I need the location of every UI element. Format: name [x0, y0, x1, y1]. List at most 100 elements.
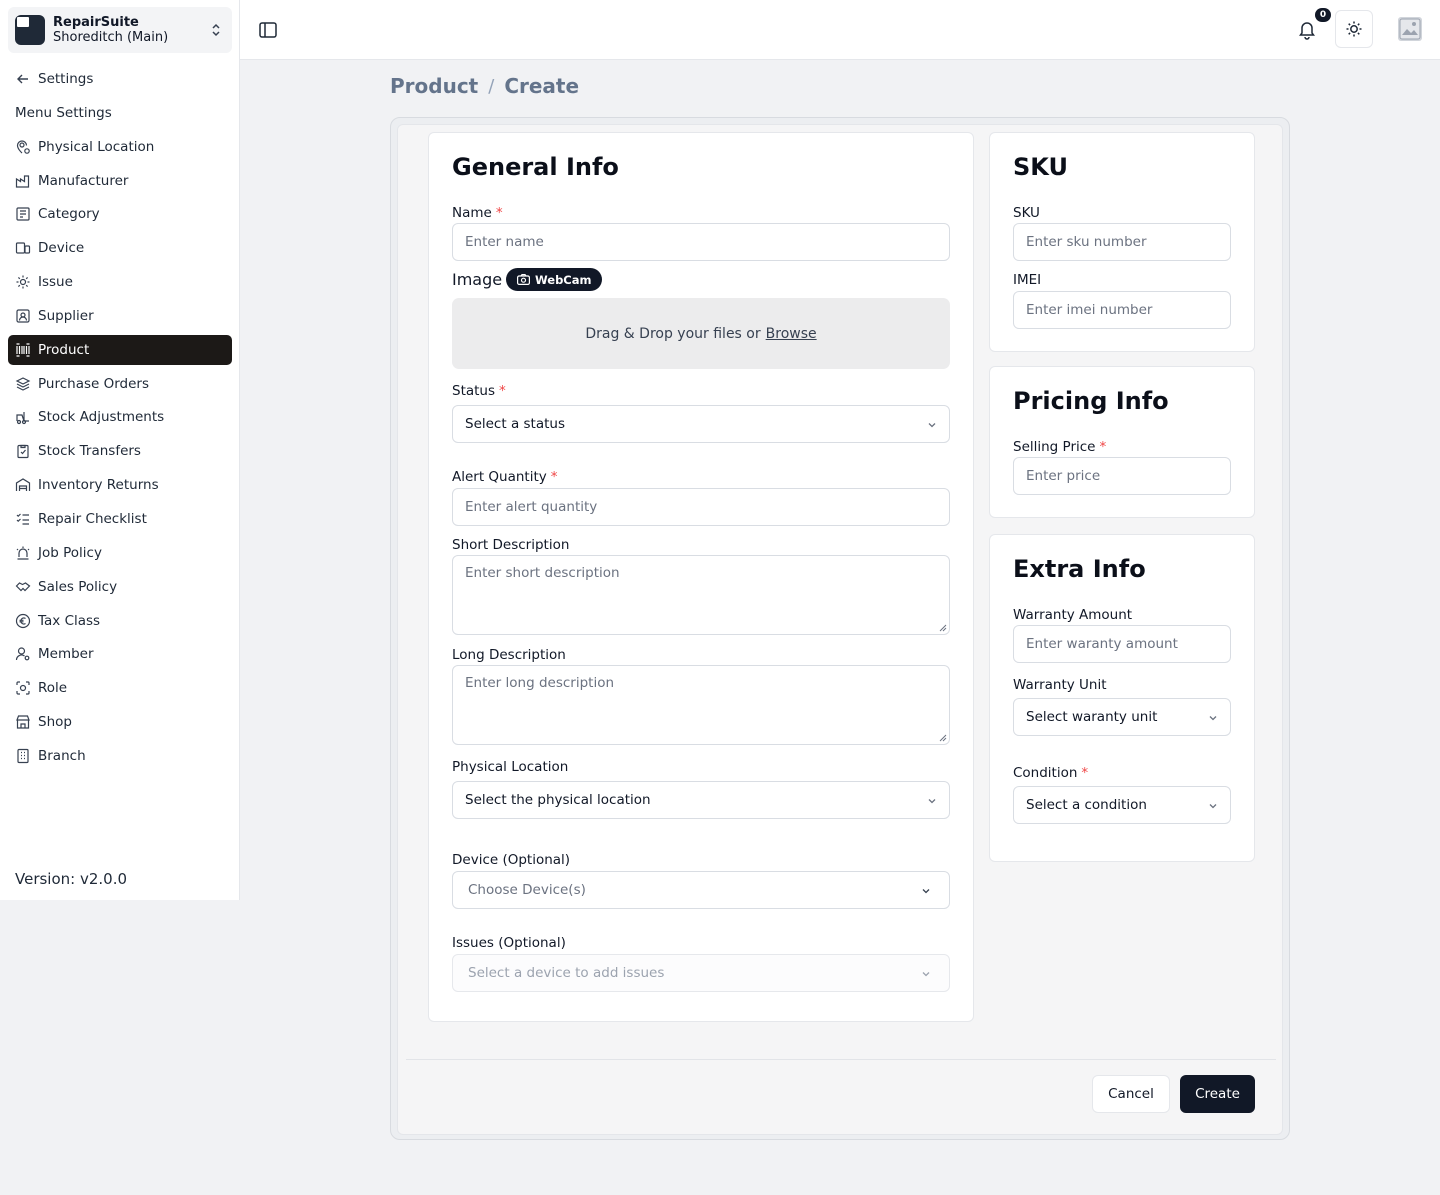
- general-info-card: General Info Name * Enter name Image WebC…: [428, 132, 974, 1022]
- product-form: General Info Name * Enter name Image WebC…: [397, 124, 1283, 1135]
- sidebar-item-device[interactable]: Device: [8, 233, 232, 263]
- notification-count-badge: 0: [1315, 8, 1331, 22]
- sidebar-item-product[interactable]: Product: [8, 334, 232, 365]
- sun-icon: [1346, 21, 1362, 37]
- sidebar-item-branch[interactable]: Branch: [8, 741, 232, 771]
- user-cog-icon: [15, 647, 30, 661]
- condition-value: Select a condition: [1026, 797, 1147, 813]
- imei-input[interactable]: Enter imei number: [1013, 291, 1231, 329]
- chevron-down-icon: [1209, 804, 1217, 809]
- sidebar-item-label: Role: [38, 680, 68, 697]
- alert-quantity-input[interactable]: Enter alert quantity: [452, 488, 950, 526]
- cog-icon: [16, 275, 30, 289]
- breadcrumb-parent[interactable]: Product: [390, 74, 478, 98]
- category-icon: [16, 207, 30, 221]
- warranty-amount-input[interactable]: Enter waranty amount: [1013, 625, 1231, 663]
- sidebar-item-role[interactable]: Role: [8, 673, 232, 703]
- image-label: Image: [452, 270, 503, 289]
- sku-input[interactable]: Enter sku number: [1013, 223, 1231, 261]
- sidebar-item-label: Sales Policy: [38, 578, 118, 595]
- sidebar-item-issue[interactable]: Issue: [8, 267, 232, 297]
- shop-name: RepairSuite: [53, 15, 139, 30]
- device-multiselect[interactable]: Choose Device(s): [452, 871, 950, 909]
- webcam-button[interactable]: WebCam: [506, 268, 602, 291]
- resize-handle-icon[interactable]: [939, 624, 947, 632]
- sidebar-item-physical-location[interactable]: Physical Location: [8, 132, 232, 162]
- physical-location-select[interactable]: Select the physical location: [452, 781, 950, 819]
- sidebar: RepairSuite Shoreditch (Main) Settings M…: [0, 0, 240, 900]
- sidebar-item-label: Inventory Returns: [38, 477, 159, 494]
- notification-bell-icon[interactable]: [1296, 18, 1318, 40]
- chevron-down-icon: [922, 972, 930, 977]
- handshake-icon: [15, 581, 31, 592]
- sidebar-item-label: Job Policy: [38, 544, 102, 561]
- sidebar-item-repair-checklist[interactable]: Repair Checklist: [8, 504, 232, 534]
- contact-icon: [16, 309, 30, 323]
- short-description-textarea[interactable]: Enter short description: [452, 555, 950, 635]
- scan-face-icon: [16, 681, 30, 695]
- long-description-placeholder: Enter long description: [465, 675, 615, 691]
- sidebar-item-label: Issue: [38, 274, 73, 291]
- status-select[interactable]: Select a status: [452, 405, 950, 443]
- sidebar-item-sales-policy[interactable]: Sales Policy: [8, 572, 232, 602]
- long-description-label: Long Description: [452, 647, 566, 663]
- sidebar-item-supplier[interactable]: Supplier: [8, 301, 232, 331]
- sidebar-item-label: Manufacturer: [38, 172, 129, 189]
- resize-handle-icon[interactable]: [939, 734, 947, 742]
- device-label: Device (Optional): [452, 852, 571, 868]
- form-footer-divider: [406, 1059, 1276, 1060]
- short-description-label: Short Description: [452, 537, 570, 553]
- sidebar-item-inventory-returns[interactable]: Inventory Returns: [8, 470, 232, 500]
- shop-switcher[interactable]: RepairSuite Shoreditch (Main): [8, 7, 232, 53]
- sidebar-item-category[interactable]: Category: [8, 199, 232, 229]
- top-bar: 0: [240, 0, 1440, 60]
- sidebar-item-shop[interactable]: Shop: [8, 707, 232, 737]
- building-icon: [17, 748, 29, 763]
- extra-info-card: Extra Info Warranty Amount Enter waranty…: [989, 534, 1255, 862]
- create-button[interactable]: Create: [1180, 1075, 1255, 1113]
- condition-label: Condition *: [1013, 765, 1089, 781]
- sidebar-toggle-icon[interactable]: [258, 20, 278, 40]
- warehouse-icon: [15, 478, 31, 492]
- user-avatar[interactable]: [1398, 17, 1422, 41]
- cancel-button[interactable]: Cancel: [1092, 1075, 1170, 1113]
- selling-price-input[interactable]: Enter price: [1013, 457, 1231, 495]
- sidebar-item-label: Product: [38, 341, 90, 358]
- sidebar-item-member[interactable]: Member: [8, 639, 232, 669]
- warranty-unit-select[interactable]: Select waranty unit: [1013, 698, 1231, 736]
- sku-title: SKU: [1013, 153, 1068, 181]
- map-pin-icon: [16, 140, 30, 154]
- theme-toggle-button[interactable]: [1335, 10, 1373, 48]
- condition-select[interactable]: Select a condition: [1013, 786, 1231, 824]
- arrow-left-icon: [17, 74, 28, 84]
- warranty-unit-value: Select waranty unit: [1026, 709, 1158, 725]
- general-info-title: General Info: [452, 153, 619, 181]
- chevron-down-icon: [928, 799, 936, 804]
- store-icon: [16, 715, 30, 729]
- image-dropzone[interactable]: Drag & Drop your files or Browse: [452, 298, 950, 369]
- name-input[interactable]: Enter name: [452, 223, 950, 261]
- sidebar-item-stock-transfers[interactable]: Stock Transfers: [8, 436, 232, 466]
- menu-settings-heading: Menu Settings: [8, 98, 232, 128]
- barcode-icon: [16, 343, 30, 357]
- long-description-textarea[interactable]: Enter long description: [452, 665, 950, 745]
- sidebar-item-label: Repair Checklist: [38, 510, 147, 527]
- sidebar-item-job-policy[interactable]: Job Policy: [8, 538, 232, 568]
- back-to-settings-link[interactable]: Settings: [8, 64, 232, 94]
- sku-card: SKU SKU Enter sku number IMEI Enter imei…: [989, 132, 1255, 352]
- layers-icon: [15, 376, 31, 391]
- browse-link[interactable]: Browse: [766, 326, 817, 342]
- chevron-down-icon: [922, 889, 930, 894]
- sidebar-item-tax-class[interactable]: Tax Class: [8, 606, 232, 636]
- sidebar-item-purchase-orders[interactable]: Purchase Orders: [8, 369, 232, 399]
- sidebar-item-label: Supplier: [38, 307, 94, 324]
- sidebar-item-label: Stock Transfers: [38, 443, 141, 460]
- imei-label: IMEI: [1013, 272, 1042, 288]
- sidebar-item-label: Tax Class: [38, 612, 101, 629]
- physical-location-label: Physical Location: [452, 759, 569, 775]
- sidebar-item-stock-adjustments[interactable]: Stock Adjustments: [8, 402, 232, 432]
- shop-logo: [15, 15, 45, 45]
- issues-label: Issues (Optional): [452, 935, 566, 951]
- sidebar-item-manufacturer[interactable]: Manufacturer: [8, 166, 232, 196]
- breadcrumb-separator: /: [488, 75, 495, 97]
